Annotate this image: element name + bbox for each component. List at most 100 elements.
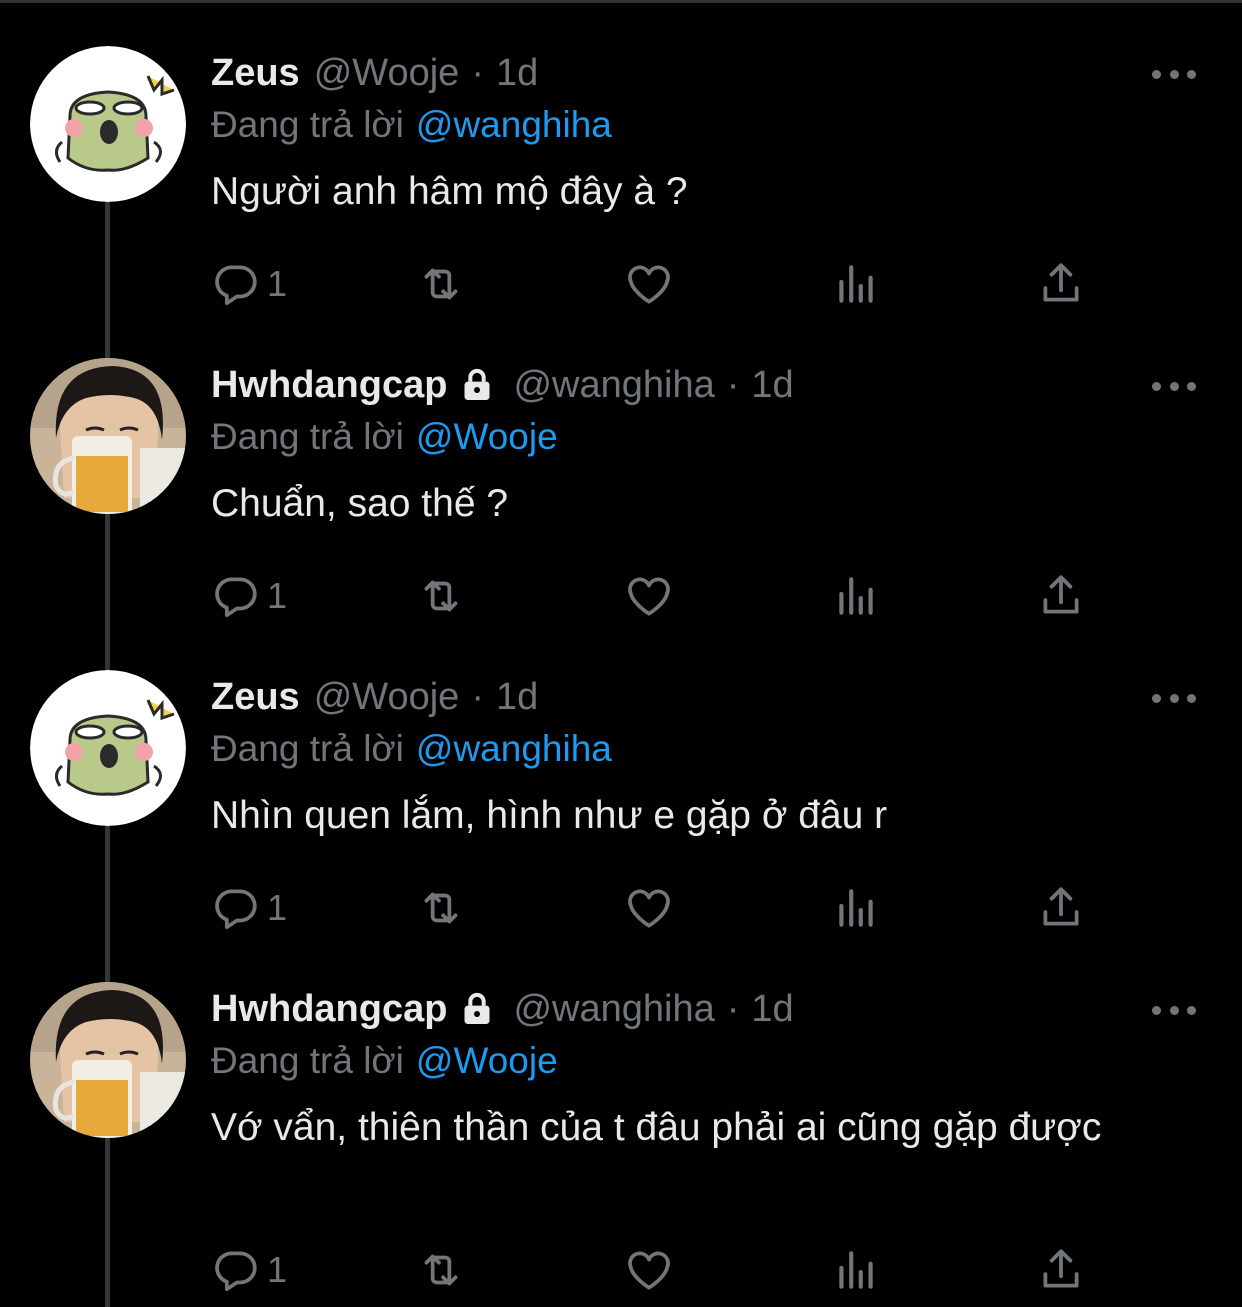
tweet[interactable]: Zeus @Wooje · 1d Đang trả lời @wanghiha N… xyxy=(0,0,1242,312)
tweet[interactable]: Hwhdangcap @wanghiha · 1d Đang trả lời @W… xyxy=(0,312,1242,624)
tweet-text: Nhìn quen lắm, hình như e gặp ở đâu r xyxy=(211,794,888,837)
tweet-text: Vớ vẩn, thiên thần của t đâu phải ai cũn… xyxy=(211,1106,1102,1149)
reply-count: 1 xyxy=(267,887,288,928)
more-options-icon[interactable] xyxy=(1152,682,1196,714)
separator-dot: · xyxy=(471,52,484,94)
mention-link[interactable]: @Wooje xyxy=(416,1040,558,1081)
views-button[interactable] xyxy=(831,1242,881,1298)
retweet-icon xyxy=(424,1254,458,1286)
tweet-actions: 1 xyxy=(211,880,1111,936)
avatar[interactable] xyxy=(30,982,186,1138)
retweet-icon xyxy=(424,892,458,924)
mention-link[interactable]: @Wooje xyxy=(416,416,558,457)
user-handle[interactable]: @wanghiha xyxy=(513,360,714,410)
timestamp[interactable]: 1d xyxy=(751,360,793,410)
user-handle[interactable]: @wanghiha xyxy=(513,984,714,1034)
separator-dot: · xyxy=(471,676,484,718)
display-name[interactable]: Zeus xyxy=(211,672,300,722)
retweet-button[interactable] xyxy=(416,1242,466,1298)
separator-dot: · xyxy=(726,988,740,1030)
timestamp[interactable]: 1d xyxy=(496,672,538,722)
like-button[interactable] xyxy=(624,568,674,624)
reply-button[interactable]: 1 xyxy=(211,256,287,312)
share-icon xyxy=(1043,887,1079,926)
tweet-actions: 1 xyxy=(211,1242,1111,1298)
replying-to-label: Đang trả lời xyxy=(211,416,404,457)
more-options-icon[interactable] xyxy=(1152,58,1196,90)
reply-bubble-icon xyxy=(215,889,257,930)
replying-to-label: Đang trả lời xyxy=(211,1040,404,1081)
tweet-actions: 1 xyxy=(211,256,1111,312)
reply-thread: Zeus @Wooje · 1d Đang trả lời @wanghiha N… xyxy=(0,0,1242,1307)
retweet-button[interactable] xyxy=(416,568,466,624)
views-button[interactable] xyxy=(831,256,881,312)
like-button[interactable] xyxy=(624,880,674,936)
reply-button[interactable]: 1 xyxy=(211,880,287,936)
retweet-button[interactable] xyxy=(416,256,466,312)
analytics-icon xyxy=(839,889,873,927)
reply-button[interactable]: 1 xyxy=(211,568,287,624)
heart-icon xyxy=(628,577,670,616)
person-drinking-beer-avatar xyxy=(30,982,186,1138)
analytics-icon xyxy=(839,1251,873,1289)
display-name[interactable]: Hwhdangcap xyxy=(211,360,447,410)
retweet-icon xyxy=(424,268,458,300)
reply-button[interactable]: 1 xyxy=(211,1242,287,1298)
analytics-icon xyxy=(839,265,873,303)
display-name[interactable]: Zeus xyxy=(211,48,300,98)
avatar[interactable] xyxy=(30,358,186,514)
more-options-icon[interactable] xyxy=(1152,994,1196,1026)
replying-to: Đang trả lời @Wooje xyxy=(211,412,558,462)
tweet[interactable]: Zeus @Wooje · 1d Đang trả lời @wanghiha N… xyxy=(0,624,1242,936)
replying-to: Đang trả lời @wanghiha xyxy=(211,100,612,150)
more-options-icon[interactable] xyxy=(1152,370,1196,402)
mention-link[interactable]: @wanghiha xyxy=(416,728,612,769)
timestamp[interactable]: 1d xyxy=(751,984,793,1034)
timestamp[interactable]: 1d xyxy=(496,48,538,98)
avatar[interactable] xyxy=(30,670,186,826)
share-icon xyxy=(1043,575,1079,614)
mention-link[interactable]: @wanghiha xyxy=(416,104,612,145)
avatar[interactable] xyxy=(30,46,186,202)
like-button[interactable] xyxy=(624,1242,674,1298)
heart-icon xyxy=(628,889,670,928)
user-handle[interactable]: @Wooje xyxy=(314,672,460,722)
person-drinking-beer-avatar xyxy=(30,358,186,514)
lock-icon xyxy=(464,992,490,1024)
like-button[interactable] xyxy=(624,256,674,312)
reply-count: 1 xyxy=(267,263,288,304)
tweet-actions: 1 xyxy=(211,568,1111,624)
share-button[interactable] xyxy=(1036,880,1086,936)
replying-to: Đang trả lời @Wooje xyxy=(211,1036,558,1086)
tweet[interactable]: Hwhdangcap @wanghiha · 1d Đang trả lời @W… xyxy=(0,936,1242,1307)
analytics-icon xyxy=(839,577,873,615)
reply-count: 1 xyxy=(267,1249,288,1290)
reply-bubble-icon xyxy=(215,265,257,306)
share-icon xyxy=(1043,263,1079,302)
reply-bubble-icon xyxy=(215,577,257,618)
separator-dot: · xyxy=(726,364,740,406)
replying-to-label: Đang trả lời xyxy=(211,728,404,769)
tweet-header: Zeus @Wooje · 1d xyxy=(211,48,538,98)
views-button[interactable] xyxy=(831,568,881,624)
tweet-header: Hwhdangcap @wanghiha · 1d xyxy=(211,360,794,410)
retweet-icon xyxy=(424,580,458,612)
retweet-button[interactable] xyxy=(416,880,466,936)
display-name[interactable]: Hwhdangcap xyxy=(211,984,447,1034)
heart-icon xyxy=(628,265,670,304)
tweet-text: Người anh hâm mộ đây à ? xyxy=(211,170,688,213)
share-button[interactable] xyxy=(1036,1242,1086,1298)
replying-to: Đang trả lời @wanghiha xyxy=(211,724,612,774)
share-button[interactable] xyxy=(1036,256,1086,312)
user-handle[interactable]: @Wooje xyxy=(314,48,460,98)
reply-count: 1 xyxy=(267,575,288,616)
share-icon xyxy=(1043,1249,1079,1288)
green-cartoon-frog-avatar xyxy=(30,670,186,826)
tweet-header: Hwhdangcap @wanghiha · 1d xyxy=(211,984,794,1034)
reply-bubble-icon xyxy=(215,1251,257,1292)
green-cartoon-frog-avatar xyxy=(30,46,186,202)
share-button[interactable] xyxy=(1036,568,1086,624)
heart-icon xyxy=(628,1251,670,1290)
views-button[interactable] xyxy=(831,880,881,936)
lock-icon xyxy=(464,368,490,400)
